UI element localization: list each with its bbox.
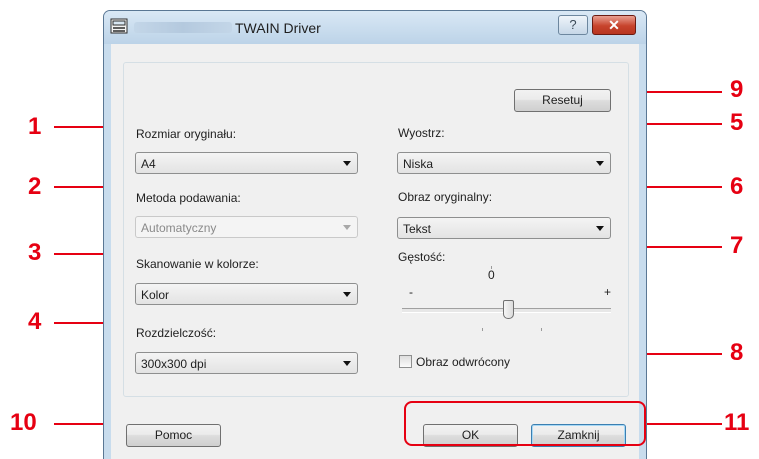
callout-11: 11 (724, 409, 750, 436)
callout-3: 3 (28, 239, 42, 266)
callout-4: 4 (28, 308, 42, 335)
density-label: Gęstość: (398, 250, 446, 264)
window-title: TWAIN Driver (235, 20, 321, 36)
color-scan-value: Kolor (141, 288, 170, 302)
question-mark-icon: ? (569, 17, 577, 32)
resolution-value: 300x300 dpi (141, 357, 207, 371)
callout-8: 8 (730, 339, 744, 366)
title-bar[interactable]: TWAIN Driver ? ✕ (104, 11, 646, 44)
sharpness-value: Niska (403, 157, 434, 171)
slider-tick (541, 328, 542, 331)
help-title-button[interactable]: ? (558, 15, 588, 35)
dropdown-arrow-icon (343, 361, 351, 366)
original-image-value: Tekst (403, 222, 432, 236)
resolution-label: Rozdzielczość: (136, 326, 217, 340)
density-plus-label: + (604, 285, 612, 299)
callout-9: 9 (730, 76, 744, 103)
feed-method-value: Automatyczny (141, 221, 217, 235)
twain-driver-window: TWAIN Driver ? ✕ Resetuj Rozmiar orygina… (103, 10, 647, 459)
dropdown-arrow-icon (596, 226, 604, 231)
dialog-client-area: Resetuj Rozmiar oryginału: A4 Metoda pod… (111, 44, 639, 459)
callout-6: 6 (730, 173, 744, 200)
original-size-select[interactable]: A4 (135, 152, 358, 174)
feed-method-label: Metoda podawania: (136, 191, 241, 205)
original-size-label: Rozmiar oryginału: (136, 127, 237, 141)
reset-button[interactable]: Resetuj (514, 89, 611, 112)
inverted-image-label[interactable]: Obraz odwrócony (416, 355, 510, 369)
density-slider-thumb[interactable] (503, 300, 514, 319)
callout-line-11 (646, 423, 722, 425)
slider-tick (482, 328, 483, 331)
scanner-app-icon (110, 18, 128, 34)
color-scan-label: Skanowanie w kolorze: (136, 257, 259, 271)
resolution-select[interactable]: 300x300 dpi (135, 352, 358, 374)
sharpness-label: Wyostrz: (398, 126, 445, 140)
sharpness-select[interactable]: Niska (397, 152, 611, 174)
dropdown-arrow-icon (343, 292, 351, 297)
inverted-image-checkbox[interactable] (399, 355, 412, 368)
callout-2: 2 (28, 173, 42, 200)
dropdown-arrow-icon (596, 161, 604, 166)
ok-close-highlight (404, 401, 646, 446)
density-center-value: 0 (488, 268, 495, 282)
dropdown-arrow-icon (343, 225, 351, 230)
original-size-value: A4 (141, 157, 156, 171)
close-window-button[interactable]: ✕ (592, 15, 636, 35)
callout-10: 10 (10, 409, 37, 436)
callout-5: 5 (730, 109, 744, 136)
model-name-redacted (134, 22, 232, 33)
slider-tick (491, 266, 492, 269)
color-scan-select[interactable]: Kolor (135, 283, 358, 305)
original-image-label: Obraz oryginalny: (398, 190, 493, 204)
density-minus-label: - (409, 285, 413, 299)
feed-method-select: Automatyczny (135, 216, 358, 238)
callout-7: 7 (730, 232, 744, 259)
close-icon: ✕ (608, 17, 620, 33)
help-button[interactable]: Pomoc (126, 424, 221, 447)
original-image-select[interactable]: Tekst (397, 217, 611, 239)
dropdown-arrow-icon (343, 161, 351, 166)
callout-1: 1 (28, 113, 42, 140)
